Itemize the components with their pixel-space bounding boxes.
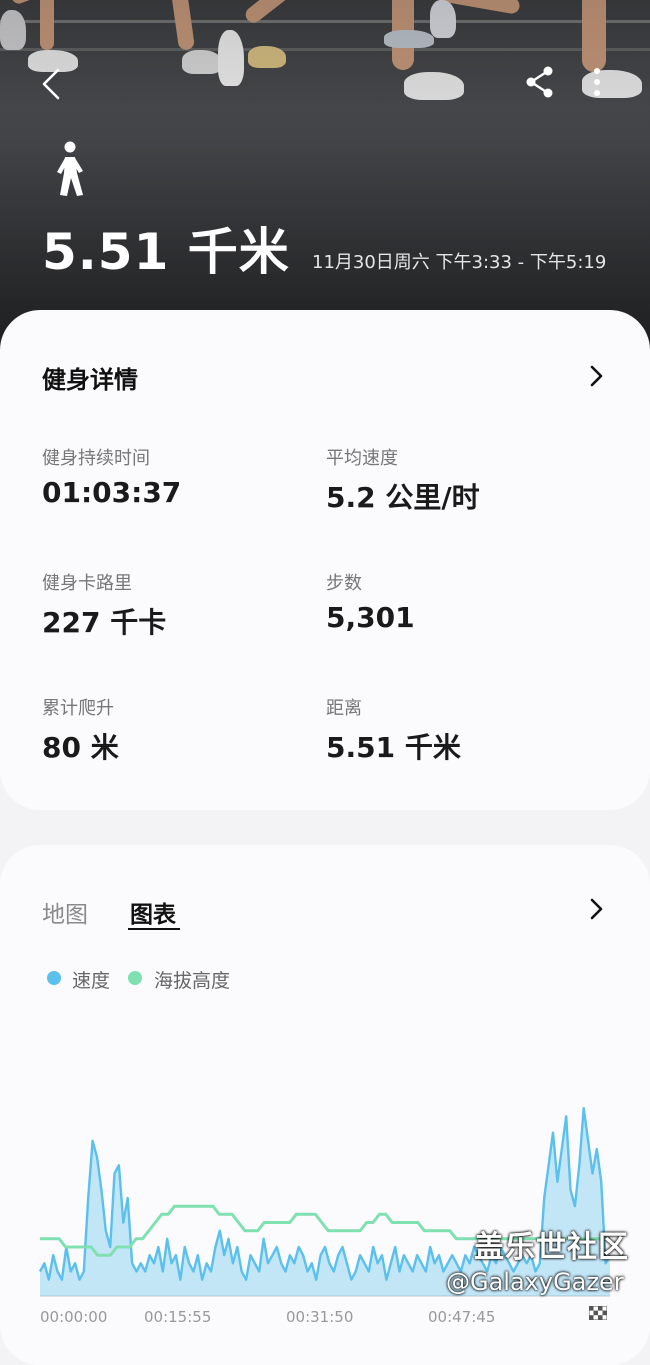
watermark-handle: @GalaxyGazer [446, 1268, 624, 1296]
x-tick-label: 00:00:00 [40, 1308, 108, 1326]
x-tick-label: 00:47:45 [428, 1308, 496, 1326]
x-tick-label: 00:31:50 [286, 1308, 354, 1326]
workout-chart [38, 1106, 612, 1297]
x-tick-label: 00:15:55 [144, 1308, 212, 1326]
watermark-community: 盖乐世社区 [474, 1230, 629, 1265]
finish-flag-icon [589, 1306, 607, 1320]
